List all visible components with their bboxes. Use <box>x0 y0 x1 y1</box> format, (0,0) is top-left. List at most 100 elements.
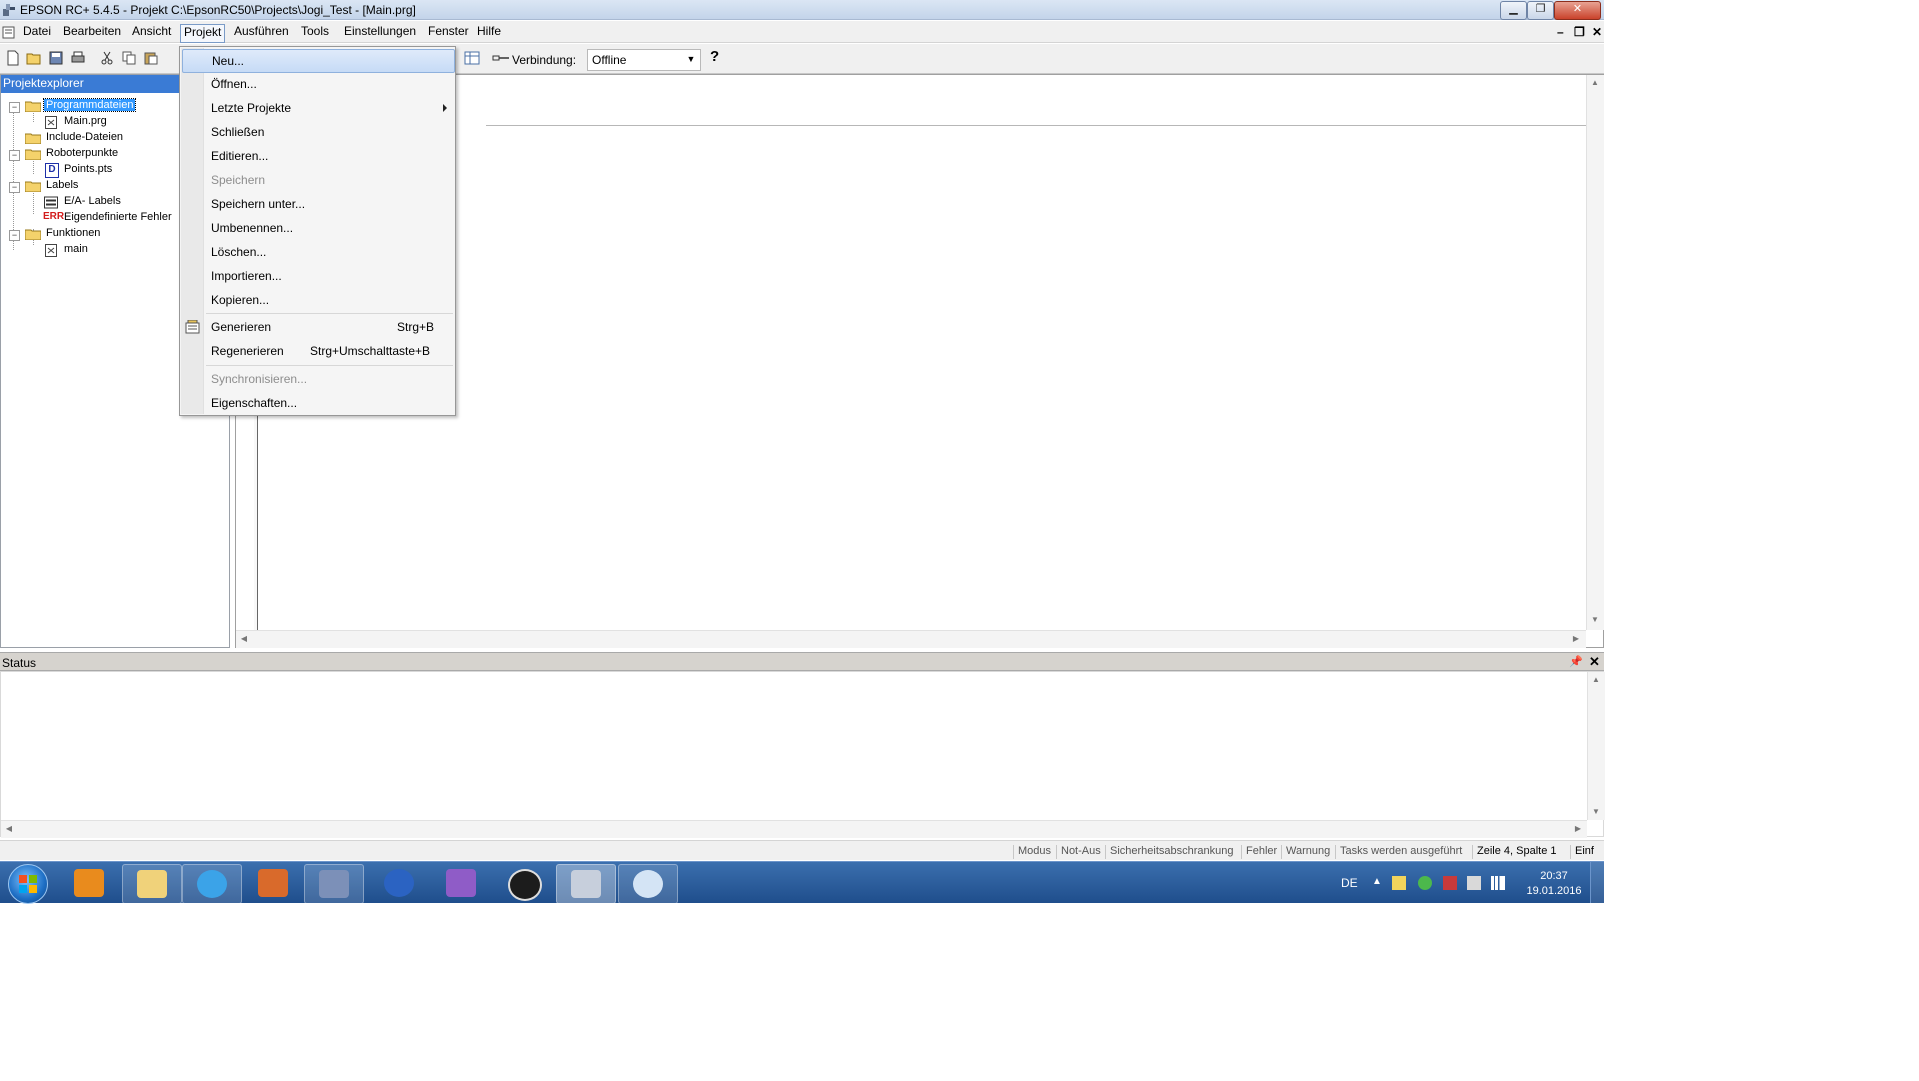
save-all-icon[interactable] <box>48 50 64 66</box>
taskbar-internet-explorer[interactable] <box>182 864 242 904</box>
close-button[interactable]: ✕ <box>1554 1 1601 20</box>
menu-item-editieren[interactable]: Editieren... <box>182 145 453 167</box>
keepass-icon <box>508 869 542 901</box>
epson-app-icon[interactable] <box>2 3 16 17</box>
menu-einstellungen[interactable]: Einstellungen <box>341 24 419 41</box>
volume-muted-icon[interactable] <box>1467 876 1481 890</box>
taskbar-explorer[interactable] <box>122 864 182 904</box>
paste-icon[interactable] <box>143 50 159 66</box>
cut-icon[interactable] <box>99 50 115 66</box>
tray-expand-icon[interactable]: ▲ <box>1372 876 1386 890</box>
mdi-close-icon[interactable]: ✕ <box>1592 25 1602 39</box>
menu-datei[interactable]: Datei <box>20 24 54 41</box>
collapse-icon[interactable]: − <box>9 150 20 161</box>
copy-icon[interactable] <box>121 50 137 66</box>
new-file-icon[interactable] <box>5 50 21 66</box>
windows-logo-icon <box>19 875 37 893</box>
open-folder-icon[interactable] <box>26 50 42 66</box>
taskbar-onenote[interactable] <box>432 864 490 902</box>
menu-item-generieren[interactable]: Generieren Strg+B <box>182 316 453 338</box>
collapse-icon[interactable]: − <box>9 230 20 241</box>
scroll-right-icon[interactable]: ▶ <box>1571 824 1585 833</box>
clock-date[interactable]: 19.01.2016 <box>1514 885 1594 897</box>
io-labels-icon <box>44 196 58 209</box>
editor-horizontal-scrollbar[interactable]: ◀ ▶ <box>236 630 1586 648</box>
menu-item-regenerieren[interactable]: Regenerieren Strg+Umschalttaste+B <box>182 340 453 362</box>
menu-ausfuehren[interactable]: Ausführen <box>231 24 292 41</box>
document-icon[interactable] <box>2 26 15 39</box>
security-icon[interactable] <box>1443 876 1457 890</box>
mdi-restore-icon[interactable]: ❐ <box>1574 25 1585 39</box>
scroll-down-icon[interactable]: ▼ <box>1588 615 1602 624</box>
outlook-icon <box>74 869 104 897</box>
menu-hilfe[interactable]: Hilfe <box>474 24 504 41</box>
collapse-icon[interactable]: − <box>9 182 20 193</box>
menu-item-importieren[interactable]: Importieren... <box>182 265 453 287</box>
tray-language[interactable]: DE <box>1341 876 1358 890</box>
menu-item-speichern-unter[interactable]: Speichern unter... <box>182 193 453 215</box>
clock-time[interactable]: 20:37 <box>1524 870 1584 882</box>
table-icon[interactable] <box>464 50 480 66</box>
menu-bearbeiten[interactable]: Bearbeiten <box>60 24 124 41</box>
menu-separator <box>206 365 453 366</box>
maximize-button[interactable]: ❐ <box>1527 1 1554 20</box>
taskbar-virtualbox[interactable] <box>304 864 364 904</box>
show-desktop-button[interactable] <box>1590 862 1604 903</box>
help-button[interactable]: ? <box>710 48 719 65</box>
collapse-icon[interactable]: − <box>9 102 20 113</box>
menu-item-schliessen[interactable]: Schließen <box>182 121 453 143</box>
scroll-up-icon[interactable]: ▲ <box>1589 675 1603 684</box>
mdi-minimize-icon[interactable]: – <box>1557 25 1564 39</box>
start-button[interactable] <box>8 864 48 904</box>
menu-fenster[interactable]: Fenster <box>425 24 472 41</box>
menu-tools[interactable]: Tools <box>298 24 332 41</box>
shortcut-regenerieren: Strg+Umschalttaste+B <box>310 344 431 358</box>
network-signal-icon[interactable] <box>1491 876 1505 890</box>
menu-item-synchronisieren: Synchronisieren... <box>211 372 308 386</box>
taskbar-skype[interactable] <box>370 864 428 902</box>
menu-ansicht[interactable]: Ansicht <box>129 24 174 41</box>
sync-icon[interactable] <box>1418 876 1432 890</box>
status-horizontal-scrollbar[interactable]: ◀ ▶ <box>1 820 1587 838</box>
close-icon[interactable]: ✕ <box>1589 654 1600 670</box>
print-icon[interactable] <box>70 50 86 66</box>
menu-item-eigenschaften[interactable]: Eigenschaften... <box>182 392 453 414</box>
menu-projekt[interactable]: Projekt <box>180 24 226 43</box>
scroll-left-icon[interactable]: ◀ <box>2 824 16 833</box>
open-folder-icon <box>25 101 41 112</box>
tree-label: main <box>64 243 88 255</box>
scroll-left-icon[interactable]: ◀ <box>237 634 251 643</box>
pin-icon[interactable]: 📌 <box>1569 655 1583 668</box>
tree-label: Funktionen <box>46 227 101 239</box>
menu-item-oeffnen[interactable]: Öffnen... <box>182 73 453 95</box>
status-bar: Modus Not-Aus Sicherheitsabschrankung Fe… <box>0 840 1604 860</box>
menu-item-neu[interactable]: Neu... <box>182 49 455 73</box>
taskbar-outlook[interactable] <box>60 864 118 902</box>
taskbar-vmware[interactable] <box>244 864 302 902</box>
function-icon <box>45 244 57 257</box>
menu-item-loeschen[interactable]: Löschen... <box>182 241 453 263</box>
taskbar-paint[interactable] <box>618 864 678 904</box>
tree-label: Labels <box>46 179 79 191</box>
minimize-button[interactable]: ▁ <box>1500 1 1527 20</box>
taskbar-keepass[interactable] <box>494 864 552 902</box>
connection-select[interactable]: Offline ▼ <box>587 49 701 71</box>
scroll-right-icon[interactable]: ▶ <box>1569 634 1583 643</box>
menu-item-letzte-projekte[interactable]: Letzte Projekte <box>182 97 453 119</box>
chevron-down-icon: ▼ <box>686 54 696 64</box>
menu-item-umbenennen[interactable]: Umbenennen... <box>182 217 453 239</box>
status-vertical-scrollbar[interactable]: ▲ ▼ <box>1587 672 1605 820</box>
title-bar: EPSON RC+ 5.4.5 - Projekt C:\EpsonRC50\P… <box>0 0 1604 20</box>
taskbar-epson-rc[interactable] <box>556 864 616 904</box>
editor-vertical-scrollbar[interactable]: ▲ ▼ <box>1586 75 1604 630</box>
virtualbox-icon <box>319 870 349 898</box>
status-panel-header: Status 📌 ✕ <box>0 652 1604 671</box>
action-center-flag-icon[interactable] <box>1392 876 1406 890</box>
scroll-up-icon[interactable]: ▲ <box>1588 78 1602 87</box>
folder-icon <box>25 133 41 144</box>
submenu-arrow-icon <box>443 104 447 112</box>
close-icon: ✕ <box>1572 3 1583 15</box>
scroll-down-icon[interactable]: ▼ <box>1589 807 1603 816</box>
menu-item-kopieren[interactable]: Kopieren... <box>182 289 453 311</box>
status-panel-title: Status <box>2 656 37 670</box>
